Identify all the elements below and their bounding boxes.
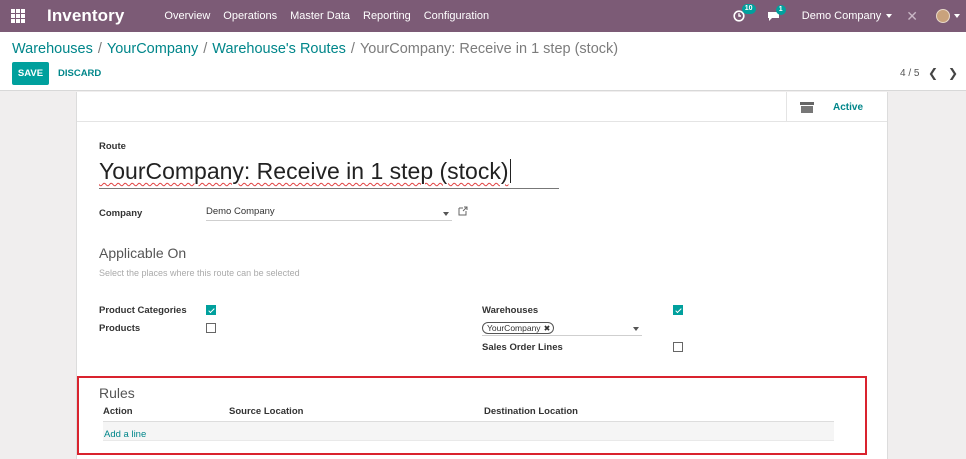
pager-next-icon[interactable]: ❯ [948,66,958,80]
warehouse-tag-label: YourCompany [487,323,541,333]
pager-value: 4 / 5 [900,68,920,79]
sales-order-lines-label: Sales Order Lines [482,342,563,353]
breadcrumb-current: YourCompany: Receive in 1 step (stock) [359,41,619,57]
breadcrumb-separator: / [350,41,355,57]
apps-grid-icon[interactable] [11,9,25,23]
breadcrumb-yourcompany[interactable]: YourCompany [107,41,198,57]
product-categories-label: Product Categories [99,305,187,316]
products-checkbox[interactable] [206,323,216,333]
control-panel: Warehouses / YourCompany / Warehouse's Route… [0,32,966,91]
company-select-value: Demo Company [206,206,275,217]
top-navbar: Inventory Overview Operations Master Dat… [0,0,966,32]
product-categories-checkbox[interactable] [206,305,216,315]
remove-tag-icon[interactable]: ✖ [544,324,551,333]
save-button[interactable]: SAVE [12,62,49,85]
warehouses-tags-input[interactable]: YourCompany ✖ [482,322,642,336]
active-toggle-button[interactable]: Active [786,92,887,122]
warehouse-tag: YourCompany ✖ [482,322,555,334]
active-label: Active [833,101,864,113]
dropdown-caret-icon [443,212,449,216]
products-label: Products [99,323,141,334]
applicable-on-title: Applicable On [99,245,187,261]
breadcrumb-warehouses[interactable]: Warehouses [12,41,93,57]
text-cursor [509,159,511,183]
main-menu: Overview Operations Master Data Reportin… [164,10,502,22]
navbar-right: 10 1 Demo Company ✕ [733,0,966,32]
debug-close-icon[interactable]: ✕ [906,8,918,25]
menu-overview[interactable]: Overview [164,10,210,22]
warehouses-label: Warehouses [482,305,539,316]
discard-button[interactable]: DISCARD [58,62,101,85]
message-count-badge: 1 [775,4,786,15]
sales-order-lines-checkbox[interactable] [673,342,683,352]
menu-master-data[interactable]: Master Data [290,10,350,22]
breadcrumb-separator: / [97,41,102,57]
rules-highlight-box [77,376,867,455]
company-label: Company [99,208,143,219]
external-link-icon[interactable] [458,206,468,216]
user-avatar[interactable] [936,9,950,23]
menu-operations[interactable]: Operations [223,10,277,22]
activity-button[interactable]: 10 [733,4,756,22]
caret-down-icon [886,14,893,18]
menu-reporting[interactable]: Reporting [363,10,411,22]
archive-icon [800,101,814,113]
route-label: Route [99,141,126,152]
company-select[interactable]: Demo Company [206,206,452,221]
pager-previous-icon[interactable]: ❮ [928,66,938,80]
app-title[interactable]: Inventory [47,6,124,26]
breadcrumb-warehouse-routes[interactable]: Warehouse's Routes [212,41,346,57]
company-switcher[interactable]: Demo Company [801,10,893,22]
route-name-input[interactable]: YourCompany: Receive in 1 step (stock) [99,156,559,189]
activity-count-badge: 10 [741,4,756,14]
breadcrumb: Warehouses / YourCompany / Warehouse's Route… [12,41,618,57]
messages-button[interactable]: 1 [767,4,786,22]
dropdown-caret-icon[interactable] [633,327,639,331]
user-menu-caret-icon[interactable] [954,14,960,18]
warehouses-checkbox[interactable] [673,305,683,315]
breadcrumb-separator: / [203,41,208,57]
route-name-value: YourCompany: Receive in 1 step (stock) [99,158,509,184]
applicable-on-help: Select the places where this route can b… [99,268,300,278]
button-box: Active [77,92,887,122]
company-switcher-label: Demo Company [801,10,882,22]
menu-configuration[interactable]: Configuration [424,10,489,22]
